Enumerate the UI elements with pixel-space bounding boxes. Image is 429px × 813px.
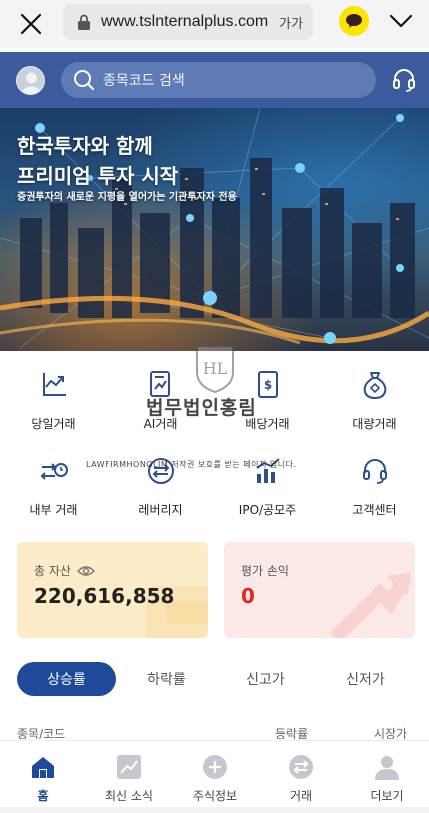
menu-label: 고객센터	[352, 503, 397, 517]
column-header-change: 등락률	[275, 727, 309, 739]
watermark-title: 법무법인홍림	[146, 397, 257, 419]
banner-title: 한국투자와 함께 프리미엄 투자 시작	[17, 131, 178, 191]
menu-label: 내부 거래	[29, 503, 78, 517]
address-bar[interactable]: www.tslnternalplus.com 가가	[63, 4, 313, 40]
person-icon	[375, 756, 399, 780]
nav-label: 홈	[37, 789, 49, 803]
total-assets-value: 220,616,858	[34, 584, 175, 608]
banner-title-line2: 프리미엄 투자 시작	[17, 164, 179, 188]
svg-text:$: $	[263, 378, 271, 392]
menu-label: 당일거래	[31, 417, 76, 431]
menu-item-block-trade[interactable]: 대량거래	[321, 362, 428, 434]
system-home-bar	[0, 807, 429, 813]
exchange-clock-icon	[40, 463, 68, 480]
ranking-tabs: 상승률 하락률 신고가 신저가	[17, 662, 415, 696]
svg-text:HL: HL	[203, 359, 228, 378]
swap-icon	[289, 755, 313, 779]
menu-label: 레버리지	[138, 503, 183, 517]
profit-loss-card[interactable]: 평가 손익 0	[224, 542, 415, 638]
home-icon	[32, 757, 54, 778]
banner-subtitle: 증권투자의 새로운 지평을 열어가는 기관투자자 전용	[17, 192, 237, 203]
profit-loss-value: 0	[241, 584, 255, 608]
chevron-down-icon[interactable]	[388, 10, 414, 32]
tab-rise-rate[interactable]: 상승률	[17, 662, 116, 696]
column-header-stock: 종목/코드	[17, 727, 66, 739]
nav-home[interactable]: 홈	[0, 741, 86, 808]
menu-item-day-trade[interactable]: 당일거래	[0, 362, 107, 434]
close-icon[interactable]	[18, 11, 44, 37]
profit-loss-label: 평가 손익	[241, 564, 289, 578]
nav-trade[interactable]: 거래	[258, 741, 344, 808]
total-assets-label-text: 총 자산	[34, 564, 71, 578]
rising-arrow-decoration	[330, 572, 412, 638]
nav-label: 주식정보	[192, 789, 238, 803]
column-header-price: 시장가	[374, 727, 408, 739]
url-text: www.tslnternalplus.com	[101, 13, 269, 30]
tab-new-low[interactable]: 신저가	[316, 662, 415, 696]
kakao-chat-button[interactable]	[339, 6, 369, 36]
browser-bar: www.tslnternalplus.com 가가	[0, 0, 429, 48]
nav-label: 최신 소식	[105, 789, 153, 803]
avatar-icon[interactable]	[16, 66, 45, 95]
search-placeholder: 종목코드 검색	[103, 73, 185, 89]
total-assets-label: 총 자산	[34, 562, 95, 579]
total-assets-card[interactable]: 총 자산 220,616,858	[17, 542, 208, 638]
kakao-chat-icon	[346, 14, 362, 28]
nav-news[interactable]: 최신 소식	[86, 741, 172, 808]
tab-new-high[interactable]: 신고가	[216, 662, 315, 696]
search-icon	[74, 70, 95, 91]
text-size-button[interactable]: 가가	[279, 13, 303, 32]
watermark-logo: HL	[196, 345, 234, 394]
menu-item-customer-center[interactable]: 고객센터	[321, 448, 428, 520]
app-header: 종목코드 검색	[0, 52, 429, 108]
promo-banner[interactable]: 한국투자와 함께 프리미엄 투자 시작 증권투자의 새로운 지평을 열어가는 기…	[0, 108, 429, 351]
tab-fall-rate[interactable]: 하락률	[117, 662, 216, 696]
lock-icon	[78, 14, 90, 30]
headset-icon[interactable]	[392, 67, 416, 93]
menu-label: 대량거래	[352, 417, 397, 431]
search-input[interactable]: 종목코드 검색	[61, 62, 376, 98]
nav-label: 더보기	[370, 789, 404, 803]
money-bag-icon	[363, 372, 386, 400]
dividend-document-icon: $	[257, 371, 278, 398]
eye-icon[interactable]	[76, 565, 95, 577]
plus-circle-icon	[203, 755, 227, 779]
watermark-line: LAWFIRMHONGLIM 저작권 보호를 받는 페이지 입니다.	[86, 460, 297, 469]
nav-stock-info[interactable]: 주식정보	[172, 741, 258, 808]
chart-news-icon	[117, 755, 141, 779]
bottom-nav: 홈 최신 소식 주식정보 거래 더보기	[0, 740, 429, 807]
menu-label: IPO/공모주	[238, 503, 297, 517]
banner-title-line1: 한국투자와 함께	[17, 134, 153, 158]
headset-icon	[362, 459, 387, 484]
nav-more[interactable]: 더보기	[344, 741, 429, 808]
nav-label: 거래	[289, 789, 313, 803]
chart-up-icon	[42, 373, 66, 396]
